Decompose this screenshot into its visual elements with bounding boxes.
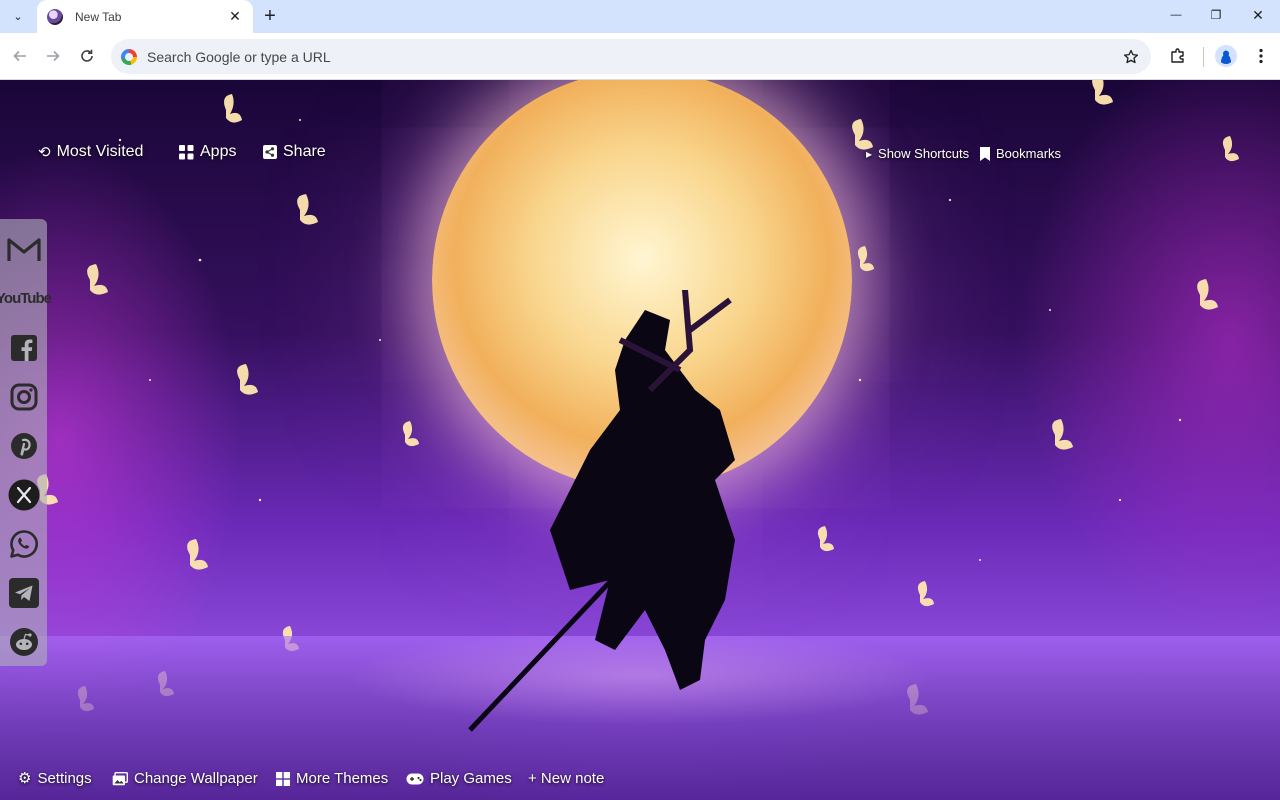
kebab-menu-icon	[1259, 48, 1263, 64]
play-games-link[interactable]: Play Games	[406, 770, 512, 787]
apps-label: Apps	[200, 143, 237, 160]
restore-button[interactable]: ❐	[1196, 3, 1236, 27]
show-shortcuts-link[interactable]: ▸ Show Shortcuts	[866, 146, 969, 161]
tab-search-button[interactable]: ⌄	[6, 4, 30, 28]
wallpaper-icon	[112, 771, 128, 785]
settings-label: Settings	[37, 770, 92, 787]
instagram-icon	[10, 383, 37, 410]
most-visited-label: Most Visited	[56, 143, 144, 160]
extensions-button[interactable]	[1166, 44, 1190, 68]
telegram-icon	[8, 577, 39, 608]
menu-button[interactable]	[1249, 44, 1273, 68]
reload-button[interactable]	[75, 44, 99, 68]
gmail-link[interactable]	[0, 225, 47, 274]
bookmarks-label: Bookmarks	[996, 146, 1062, 161]
more-themes-label: More Themes	[296, 770, 389, 787]
bookmark-icon	[980, 146, 990, 161]
browser-toolbar	[0, 33, 1280, 80]
forward-arrow-icon	[47, 50, 60, 62]
new-note-link[interactable]: + New note	[528, 770, 604, 787]
tab-close-icon[interactable]: ✕	[227, 8, 243, 25]
back-button[interactable]	[8, 44, 32, 68]
whatsapp-link[interactable]	[0, 519, 47, 568]
gamepad-icon	[406, 773, 424, 784]
pinterest-icon	[10, 432, 37, 459]
minimize-button[interactable]: —	[1156, 3, 1196, 27]
youtube-icon: YouTube	[0, 290, 52, 307]
instagram-link[interactable]	[0, 372, 47, 421]
change-wallpaper-link[interactable]: Change Wallpaper	[112, 770, 258, 787]
whatsapp-icon	[9, 529, 38, 558]
window-close-button[interactable]: ✕	[1238, 3, 1278, 27]
new-note-label: + New note	[528, 770, 605, 787]
back-arrow-icon	[13, 50, 26, 62]
wallpaper-background	[0, 80, 1280, 800]
share-link[interactable]: Share	[263, 143, 326, 161]
gmail-icon	[6, 237, 41, 261]
settings-link[interactable]: ⚙ Settings	[18, 770, 92, 787]
plus-icon: +	[264, 4, 276, 27]
restore-icon: ❐	[1210, 8, 1222, 22]
star-icon	[1123, 49, 1139, 63]
profile-icon	[1218, 48, 1234, 64]
character-silhouette	[468, 290, 735, 732]
profile-button[interactable]	[1215, 45, 1237, 67]
windows-grid-icon	[276, 771, 290, 786]
most-visited-link[interactable]: ⟲ Most Visited	[38, 143, 143, 161]
gear-icon: ⚙	[18, 770, 32, 787]
shortcuts-icon: ▸	[866, 146, 873, 161]
reddit-link[interactable]	[0, 617, 47, 666]
bookmark-star-button[interactable]	[1119, 45, 1143, 69]
chevron-down-icon: ⌄	[13, 10, 23, 23]
google-icon	[121, 48, 137, 65]
social-sidebar: YouTube	[0, 219, 52, 666]
reload-icon	[81, 49, 93, 62]
reddit-icon	[9, 627, 38, 656]
apps-link[interactable]: Apps	[179, 143, 236, 161]
close-icon: ✕	[1252, 6, 1264, 23]
more-themes-link[interactable]: More Themes	[276, 770, 388, 787]
forward-button[interactable]	[41, 44, 65, 68]
x-icon	[8, 479, 39, 510]
change-wallpaper-label: Change Wallpaper	[134, 770, 258, 787]
play-games-label: Play Games	[430, 770, 512, 787]
apps-grid-icon	[179, 144, 194, 159]
share-label: Share	[283, 143, 326, 160]
tab-new-tab[interactable]: New Tab ✕	[37, 0, 253, 33]
youtube-link[interactable]: YouTube	[0, 274, 52, 323]
extensions-icon	[1171, 48, 1184, 63]
x-link[interactable]	[0, 470, 47, 519]
toolbar-separator	[1203, 47, 1204, 67]
facebook-icon	[10, 334, 37, 361]
show-shortcuts-label: Show Shortcuts	[878, 146, 970, 161]
pinterest-link[interactable]	[0, 421, 47, 470]
telegram-link[interactable]	[0, 568, 47, 617]
minimize-icon: —	[1170, 9, 1182, 21]
new-tab-button[interactable]: +	[258, 4, 282, 28]
facebook-link[interactable]	[0, 323, 47, 372]
history-icon: ⟲	[38, 143, 51, 161]
bookmarks-link[interactable]: Bookmarks	[980, 146, 1061, 161]
tab-title: New Tab	[75, 9, 122, 24]
tab-strip: ⌄ New Tab ✕ + — ❐ ✕	[0, 0, 1280, 33]
share-icon	[263, 145, 277, 159]
tab-favicon-icon	[47, 8, 63, 25]
omnibox[interactable]	[111, 39, 1151, 74]
omnibox-input[interactable]	[147, 48, 1119, 65]
